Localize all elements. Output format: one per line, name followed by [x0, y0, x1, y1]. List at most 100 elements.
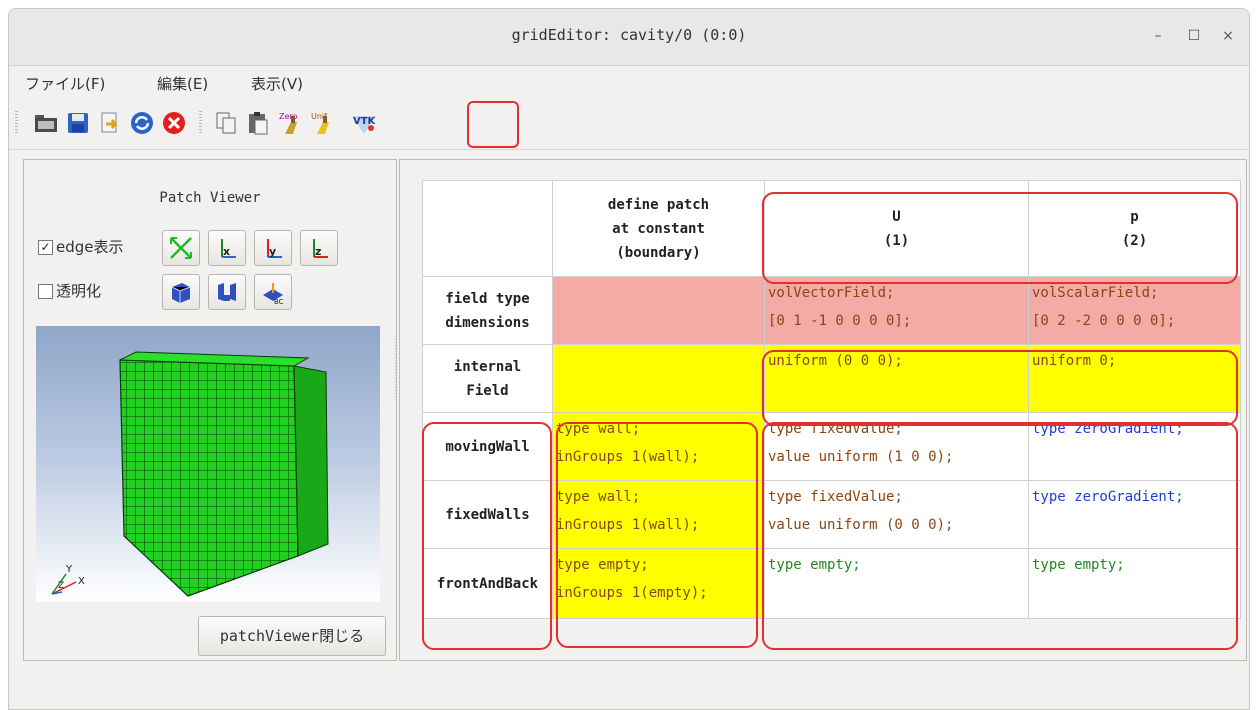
- svg-text:z: z: [315, 245, 321, 258]
- cell-fieldtype-p[interactable]: volScalarField; [0 2 -2 0 0 0 0];: [1028, 276, 1241, 345]
- cell-movingwall-p[interactable]: type zeroGradient;: [1028, 412, 1241, 481]
- edge-toggle-button[interactable]: [162, 230, 200, 266]
- patch-viewer-panel: Patch Viewer ✓ edge表示 x y z 透明化 BC Y X Z…: [23, 159, 397, 661]
- cell-internal-define[interactable]: [552, 344, 765, 413]
- fieldtype-u-text: volVectorField; [0 1 -1 0 0 0 0];: [768, 285, 912, 329]
- view-z-button[interactable]: z: [300, 230, 338, 266]
- paste-icon[interactable]: [245, 110, 271, 136]
- svg-text:y: y: [269, 245, 276, 258]
- header-p[interactable]: p (2): [1028, 180, 1241, 277]
- view-y-button[interactable]: y: [254, 230, 292, 266]
- unif-clear-icon[interactable]: Unif: [309, 110, 335, 136]
- vtk-highlight: [467, 101, 519, 148]
- cell-movingwall-u[interactable]: type fixedValue; value uniform (1 0 0);: [764, 412, 1029, 481]
- toolbar-separator: [199, 111, 202, 135]
- cell-internal-p[interactable]: uniform 0;: [1028, 344, 1241, 413]
- vtk-label: VTK: [353, 116, 377, 127]
- axis-triad: Y X Z: [51, 564, 85, 595]
- toolbar-divider: [9, 149, 1249, 150]
- bc-icon: BC: [263, 283, 284, 305]
- bc-label: BC: [274, 298, 284, 305]
- header-u-name: U: [892, 208, 901, 225]
- boundary-field-table: define patch at constant (boundary) U (1…: [422, 180, 1241, 619]
- save-icon[interactable]: [65, 110, 91, 136]
- mesh-cube-icon: [171, 283, 191, 303]
- internal-line-2: Field: [466, 382, 509, 399]
- cell-frontandback-p[interactable]: type empty;: [1028, 548, 1241, 619]
- field-table-panel: define patch at constant (boundary) U (1…: [399, 159, 1247, 661]
- define-line-3: (boundary): [616, 244, 701, 261]
- internal-u-text: uniform (0 0 0);: [768, 353, 903, 369]
- splitter-handle[interactable]: [395, 339, 397, 399]
- row-header-internal: internal Field: [422, 344, 553, 413]
- svg-text:x: x: [223, 245, 230, 258]
- cell-fixedwalls-u[interactable]: type fixedValue; value uniform (0 0 0);: [764, 480, 1029, 549]
- transparent-label: 透明化: [56, 282, 102, 300]
- menu-bar: ファイル(F) 編集(E) 表示(V): [9, 66, 1249, 98]
- header-p-index: (2): [1121, 232, 1148, 249]
- cell-fieldtype-u[interactable]: volVectorField; [0 1 -1 0 0 0 0];: [764, 276, 1029, 345]
- cell-frontandback-u[interactable]: type empty;: [764, 548, 1029, 619]
- minimize-button[interactable]: –: [1145, 23, 1171, 49]
- mesh-front-face: [119, 359, 299, 597]
- title-bar: gridEditor: cavity/0 (0:0) – ☐ ×: [9, 9, 1249, 66]
- show-patch-button[interactable]: [208, 274, 246, 310]
- cell-fixedwalls-define[interactable]: type wall; inGroups 1(wall);: [552, 480, 765, 549]
- row-header-frontandback: frontAndBack: [422, 548, 553, 619]
- movingwall-p-text: type zeroGradient;: [1032, 421, 1184, 437]
- header-u[interactable]: U (1): [764, 180, 1029, 277]
- reload-icon[interactable]: [129, 110, 155, 136]
- axis-z-label: Z: [58, 581, 64, 591]
- frontandback-p-text: type empty;: [1032, 557, 1125, 573]
- copy-icon[interactable]: [213, 110, 239, 136]
- vtk-icon[interactable]: VTK: [349, 110, 379, 136]
- grid-editor-window: gridEditor: cavity/0 (0:0) – ☐ × ファイル(F)…: [8, 8, 1250, 710]
- define-line-2: at constant: [612, 220, 705, 237]
- export-icon[interactable]: [97, 110, 123, 136]
- menu-file[interactable]: ファイル(F): [25, 73, 105, 94]
- header-u-index: (1): [883, 232, 910, 249]
- fixedwalls-u-text: type fixedValue; value uniform (0 0 0);: [768, 489, 954, 533]
- patch-viewer-title: Patch Viewer: [159, 190, 261, 206]
- maximize-button[interactable]: ☐: [1181, 23, 1207, 49]
- movingwall-define-text: type wall; inGroups 1(wall);: [556, 421, 700, 465]
- row-header-fixedwalls: fixedWalls: [422, 480, 553, 549]
- fixedwalls-define-text: type wall; inGroups 1(wall);: [556, 489, 700, 533]
- z-axis-view-icon: z: [313, 239, 328, 258]
- frontandback-define-text: type empty; inGroups 1(empty);: [556, 557, 708, 601]
- row-header-movingwall: movingWall: [422, 412, 553, 481]
- edge-label: edge表示: [56, 238, 124, 256]
- 3d-mesh-viewer[interactable]: Y X Z: [36, 326, 380, 602]
- patch-shape-icon: [218, 283, 236, 301]
- view-x-button[interactable]: x: [208, 230, 246, 266]
- zero-clear-icon[interactable]: Zero: [277, 110, 303, 136]
- cell-fixedwalls-p[interactable]: type zeroGradient;: [1028, 480, 1241, 549]
- corner-cell: [422, 180, 553, 277]
- header-define-patch[interactable]: define patch at constant (boundary): [552, 180, 765, 277]
- open-folder-icon[interactable]: [33, 110, 59, 136]
- axis-x-label: X: [78, 576, 85, 587]
- internal-p-text: uniform 0;: [1032, 353, 1117, 369]
- axis-y-label: Y: [65, 564, 73, 575]
- cell-internal-u[interactable]: uniform (0 0 0);: [764, 344, 1029, 413]
- frontandback-u-text: type empty;: [768, 557, 861, 573]
- cell-movingwall-define[interactable]: type wall; inGroups 1(wall);: [552, 412, 765, 481]
- menu-edit[interactable]: 編集(E): [157, 73, 208, 94]
- row-header-fieldtype: field type dimensions: [422, 276, 553, 345]
- transparent-checkbox[interactable]: [38, 284, 53, 299]
- edge-checkbox[interactable]: ✓: [38, 240, 53, 255]
- close-button[interactable]: ×: [1215, 23, 1241, 49]
- toolbar-grip[interactable]: [15, 111, 18, 135]
- menu-view[interactable]: 表示(V): [251, 73, 303, 94]
- cell-frontandback-define[interactable]: type empty; inGroups 1(empty);: [552, 548, 765, 619]
- show-bc-button[interactable]: BC: [254, 274, 292, 310]
- toolbar: Zero Unif VTK: [9, 101, 1249, 148]
- fieldtype-line-1: field type: [445, 290, 530, 307]
- cell-fieldtype-define[interactable]: [552, 276, 765, 345]
- show-mesh-button[interactable]: [162, 274, 200, 310]
- x-axis-view-icon: x: [221, 239, 236, 258]
- cancel-icon[interactable]: [161, 110, 187, 136]
- window-title: gridEditor: cavity/0 (0:0): [511, 26, 747, 44]
- close-patch-viewer-button[interactable]: patchViewer閉じる: [198, 616, 386, 656]
- define-line-1: define patch: [607, 196, 710, 213]
